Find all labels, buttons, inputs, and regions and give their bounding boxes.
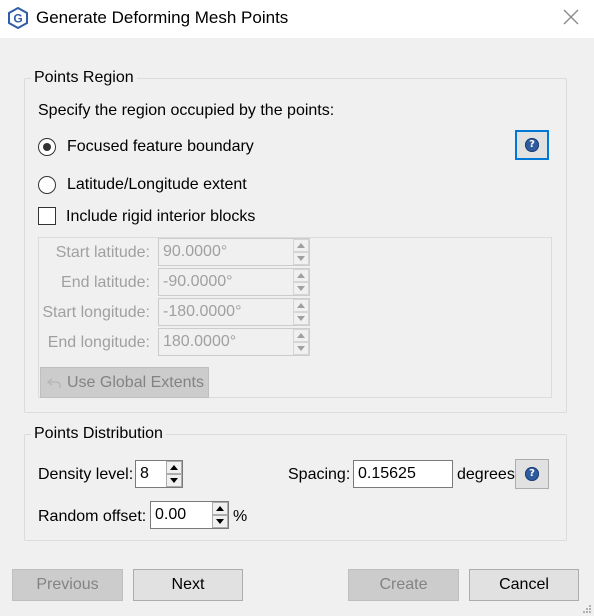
spin-up-arrow[interactable] [293,269,309,282]
start-latitude-spinbox[interactable]: 90.0000° [158,238,310,266]
points-distribution-title: Points Distribution [31,425,166,443]
use-global-extents-label: Use Global Extents [67,374,204,391]
spacing-unit: degrees [457,466,515,483]
end-longitude-value: 180.0000° [163,333,237,350]
help-icon: ? [525,138,539,152]
svg-text:G: G [13,12,22,26]
start-latitude-value: 90.0000° [163,243,228,260]
close-icon[interactable] [560,6,582,28]
focused-boundary-label[interactable]: Focused feature boundary [67,138,254,156]
region-help-button[interactable]: ? [515,130,549,160]
random-offset-value: 0.00 [155,506,187,523]
window-title: Generate Deforming Mesh Points [36,8,289,27]
spacing-input[interactable]: 0.15625 [353,460,453,488]
points-region-title: Points Region [31,69,137,87]
spin-down-arrow[interactable] [293,282,309,295]
density-level-spinbox[interactable]: 8 [135,460,183,488]
spin-up-arrow[interactable] [293,329,309,342]
lat-lon-extent-label[interactable]: Latitude/Longitude extent [67,176,247,194]
spin-down-arrow[interactable] [293,252,309,265]
end-latitude-spinbox[interactable]: -90.0000° [158,268,310,296]
use-global-extents-button[interactable]: Use Global Extents [40,367,209,398]
next-label: Next [171,576,205,593]
spacing-help-button[interactable]: ? [515,459,549,489]
end-longitude-spinbox[interactable]: 180.0000° [158,328,310,356]
density-level-label: Density level: [38,466,134,483]
include-rigid-label[interactable]: Include rigid interior blocks [66,208,255,226]
help-icon: ? [525,467,539,481]
lat-lon-extent-radio[interactable] [38,176,56,194]
spin-down-arrow[interactable] [293,312,309,325]
previous-label: Previous [36,576,99,593]
focused-boundary-radio[interactable] [38,138,56,156]
start-longitude-value: -180.0000° [163,303,242,320]
end-longitude-label: End longitude: [47,334,150,351]
start-longitude-label: Start longitude: [42,304,150,321]
end-latitude-label: End latitude: [61,274,150,291]
spin-up-arrow[interactable] [212,502,228,515]
include-rigid-checkbox[interactable] [38,207,56,225]
cancel-label: Cancel [499,576,549,593]
spin-up-arrow[interactable] [166,461,182,474]
spin-up-arrow[interactable] [293,239,309,252]
spin-down-arrow[interactable] [212,515,228,528]
random-offset-label: Random offset: [38,508,147,525]
start-latitude-label: Start latitude: [55,244,150,261]
spin-up-arrow[interactable] [293,299,309,312]
end-latitude-value: -90.0000° [163,273,233,290]
spin-down-arrow[interactable] [166,474,182,487]
start-longitude-spinbox[interactable]: -180.0000° [158,298,310,326]
create-label: Create [379,576,428,593]
random-offset-unit: % [233,508,248,525]
create-button[interactable]: Create [348,569,459,601]
density-level-value: 8 [140,465,149,482]
random-offset-spinbox[interactable]: 0.00 [150,501,229,529]
next-button[interactable]: Next [133,569,243,601]
spin-down-arrow[interactable] [293,342,309,355]
resize-grip-icon[interactable] [582,604,592,614]
app-logo-icon: G [8,7,28,29]
undo-arrow-icon [47,378,61,388]
spacing-value: 0.15625 [358,465,416,482]
previous-button[interactable]: Previous [12,569,123,601]
spacing-label: Spacing: [288,466,351,483]
region-instruction: Specify the region occupied by the point… [38,102,335,119]
radio-selected-dot [43,143,51,151]
cancel-button[interactable]: Cancel [469,569,579,601]
